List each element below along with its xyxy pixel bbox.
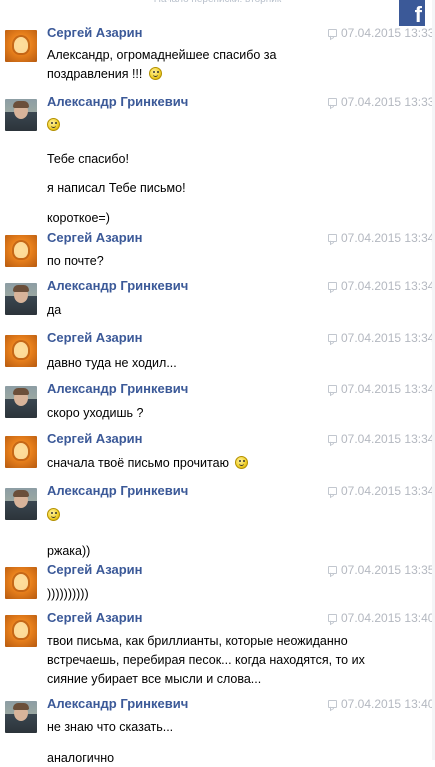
message-text: Александр, огромаднейшее спасибо за [47, 48, 277, 62]
timestamp-text: 07.04.2015 13:40 [341, 611, 435, 625]
avatar[interactable] [5, 99, 37, 131]
smile-emoji-icon [235, 456, 249, 469]
author-name-link[interactable]: Александр Гринкевич [47, 278, 188, 293]
message-line: встречаешь, перебирая песок... когда нах… [47, 651, 365, 669]
message-text: не знаю что сказать... [47, 720, 174, 734]
message-line [47, 116, 60, 134]
message-timestamp: 07.04.2015 13:35 [328, 563, 434, 577]
avatar[interactable] [5, 235, 37, 267]
author-name-link[interactable]: Александр Гринкевич [47, 483, 188, 498]
message-text: поздравления !!! [47, 67, 146, 81]
message-timestamp: 07.04.2015 13:34 [328, 432, 434, 446]
message-line: твои письма, как бриллианты, которые нео… [47, 632, 348, 650]
avatar[interactable] [5, 386, 37, 418]
message-line: сияние убирает все мысли и слова... [47, 670, 261, 688]
author-name-link[interactable]: Александр Гринкевич [47, 381, 188, 396]
message-text: да [47, 303, 62, 317]
message-text: сначала твоё письмо прочитаю [47, 456, 233, 470]
chat-bubble-icon [328, 334, 337, 342]
message-line: ржака)) [47, 542, 90, 560]
author-name-link[interactable]: Сергей Азарин [47, 431, 143, 446]
message-line: Тебе спасибо! [47, 150, 129, 168]
message-timestamp: 07.04.2015 13:33 [328, 26, 434, 40]
chat-bubble-icon [328, 487, 337, 495]
avatar[interactable] [5, 335, 37, 367]
avatar[interactable] [5, 30, 37, 62]
message-line: аналогично [47, 749, 114, 767]
message-timestamp: 07.04.2015 13:34 [328, 231, 434, 245]
message-text: я написал Тебе письмо! [47, 181, 186, 195]
chat-bubble-icon [328, 700, 337, 708]
message-timestamp: 07.04.2015 13:40 [328, 697, 434, 711]
timestamp-text: 07.04.2015 13:34 [341, 231, 435, 245]
message-line: поздравления !!! [47, 65, 162, 83]
author-name-link[interactable]: Сергей Азарин [47, 230, 143, 245]
author-name-link[interactable]: Александр Гринкевич [47, 696, 188, 711]
message-line [47, 506, 60, 524]
avatar[interactable] [5, 615, 37, 647]
chat-bubble-icon [328, 435, 337, 443]
author-name-link[interactable]: Сергей Азарин [47, 562, 143, 577]
timestamp-text: 07.04.2015 13:34 [341, 331, 435, 345]
timestamp-text: 07.04.2015 13:40 [341, 697, 435, 711]
timestamp-text: 07.04.2015 13:35 [341, 563, 435, 577]
message-line: давно туда не ходил... [47, 354, 177, 372]
smile-emoji-icon [47, 508, 60, 521]
message-text: твои письма, как бриллианты, которые нео… [47, 634, 348, 648]
message-line: я написал Тебе письмо! [47, 179, 186, 197]
message-text: ржака)) [47, 544, 91, 558]
message-text: )))))))))) [47, 587, 89, 601]
message-timestamp: 07.04.2015 13:33 [328, 95, 434, 109]
timestamp-text: 07.04.2015 13:33 [341, 26, 435, 40]
message-line: сначала твоё письмо прочитаю [47, 454, 249, 472]
author-name-link[interactable]: Александр Гринкевич [47, 94, 188, 109]
timestamp-text: 07.04.2015 13:34 [341, 432, 435, 446]
chat-bubble-icon [328, 385, 337, 393]
chat-bubble-icon [328, 234, 337, 242]
message-text: скоро уходишь ? [47, 406, 144, 420]
chat-bubble-icon [328, 29, 337, 37]
message-timestamp: 07.04.2015 13:34 [328, 279, 434, 293]
avatar[interactable] [5, 567, 37, 599]
timestamp-text: 07.04.2015 13:34 [341, 382, 435, 396]
timestamp-text: 07.04.2015 13:34 [341, 484, 435, 498]
message-line: )))))))))) [47, 585, 89, 603]
avatar[interactable] [5, 283, 37, 315]
message-text: давно туда не ходил... [47, 356, 177, 370]
smile-emoji-icon [47, 118, 60, 131]
message-timestamp: 07.04.2015 13:40 [328, 611, 434, 625]
message-text: короткое=) [47, 211, 110, 225]
message-timestamp: 07.04.2015 13:34 [328, 382, 434, 396]
message-text: по почте? [47, 254, 104, 268]
chat-bubble-icon [328, 566, 337, 574]
message-line: Александр, огромаднейшее спасибо за [47, 46, 276, 64]
message-text: Тебе спасибо! [47, 152, 129, 166]
message-line: не знаю что сказать... [47, 718, 173, 736]
chat-bubble-icon [328, 614, 337, 622]
message-text: аналогично [47, 751, 115, 765]
message-timestamp: 07.04.2015 13:34 [328, 484, 434, 498]
author-name-link[interactable]: Сергей Азарин [47, 25, 143, 40]
message-thread: Сергей Азарин 07.04.2015 13:33 Александр, … [0, 0, 435, 765]
author-name-link[interactable]: Сергей Азарин [47, 610, 143, 625]
message-timestamp: 07.04.2015 13:34 [328, 331, 434, 345]
message-line: да [47, 301, 61, 319]
avatar[interactable] [5, 701, 37, 733]
message-text: встречаешь, перебирая песок... когда нах… [47, 653, 365, 667]
timestamp-text: 07.04.2015 13:33 [341, 95, 435, 109]
author-name-link[interactable]: Сергей Азарин [47, 330, 143, 345]
avatar[interactable] [5, 436, 37, 468]
chat-bubble-icon [328, 282, 337, 290]
message-line: скоро уходишь ? [47, 404, 143, 422]
message-text: сияние убирает все мысли и слова... [47, 672, 262, 686]
message-line: по почте? [47, 252, 104, 270]
timestamp-text: 07.04.2015 13:34 [341, 279, 435, 293]
message-line: короткое=) [47, 209, 110, 227]
avatar[interactable] [5, 488, 37, 520]
chat-bubble-icon [328, 98, 337, 106]
smile-emoji-icon [148, 67, 162, 80]
